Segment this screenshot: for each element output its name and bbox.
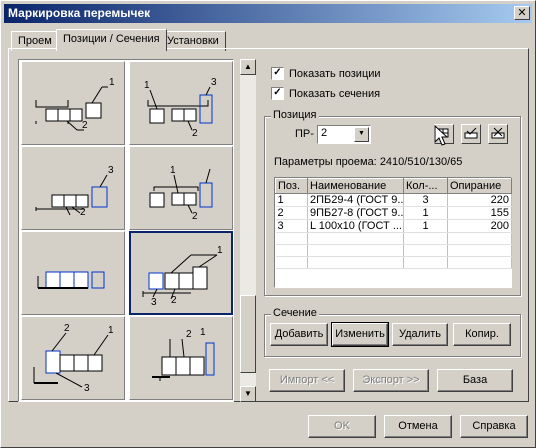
delete-button[interactable]: Удалить [392, 323, 448, 346]
table-cell: 3 [275, 219, 308, 233]
dialog-window: Маркировка перемычек ✕ Проем Позиции / С… [0, 0, 536, 448]
change-button[interactable]: Изменить [331, 322, 389, 347]
title-bar: Маркировка перемычек ✕ [4, 4, 532, 23]
callout-label: 3 [84, 383, 90, 394]
callout-label: 2 [192, 128, 198, 139]
table-cell: 1 [403, 206, 448, 220]
thumbnail-scrollbar[interactable]: ▲ ▼ [240, 59, 256, 402]
table-row[interactable]: 2 9ПБ27-8 (ГОСТ 9... 1 155 [275, 206, 512, 220]
thumbnail-list[interactable]: 1 2 1 3 2 3 2 1 2 1 3 2 2 1 3 1 2 [18, 59, 234, 402]
column-header[interactable]: Поз. [275, 178, 308, 194]
callout-label: 3 [151, 297, 157, 308]
table-cell: 2 [275, 206, 308, 220]
scroll-thumb[interactable] [240, 295, 256, 373]
show-sections-checkbox[interactable]: ✓ Показать сечения [271, 87, 380, 100]
table-row[interactable]: 1 2ПБ29-4 (ГОСТ 9... 3 220 [275, 193, 512, 207]
thumbnail-item[interactable]: 2 1 3 [21, 316, 125, 400]
params-label-text: Параметры проема: [274, 156, 377, 168]
table-row-empty[interactable] [275, 232, 512, 245]
checkbox-box[interactable]: ✓ [271, 67, 284, 80]
table-row-empty[interactable] [275, 256, 512, 269]
help-button[interactable]: Справка [460, 415, 528, 438]
table-cell: 1 [275, 193, 308, 207]
table-cell: 2ПБ29-4 (ГОСТ 9... [307, 193, 404, 207]
params-value: 2410/510/130/65 [379, 156, 463, 168]
table-cell: 9ПБ27-8 (ГОСТ 9... [307, 206, 404, 220]
callout-label: 1 [108, 325, 114, 336]
base-button[interactable]: База [437, 369, 513, 392]
thumbnail-item[interactable]: 1 2 [129, 146, 233, 230]
table-row[interactable]: 3 L 100x10 (ГОСТ ... 1 200 [275, 219, 512, 233]
column-header[interactable]: Кол-... [403, 178, 448, 194]
table-cell: 3 [403, 193, 448, 207]
thumbnail-item[interactable]: 1 2 [129, 316, 233, 400]
table-row-empty[interactable] [275, 244, 512, 257]
show-positions-label: Показать позиции [289, 67, 381, 80]
callout-label: 2 [80, 207, 86, 218]
params-label: Параметры проема: 2410/510/130/65 [274, 156, 462, 168]
mouse-cursor-icon [434, 125, 449, 146]
checkmark-stack-button[interactable] [461, 124, 481, 144]
thumbnail-item[interactable]: 1 3 2 [129, 61, 233, 145]
callout-label: 3 [211, 77, 217, 88]
tab-positions-sections[interactable]: Позиции / Сечения [56, 29, 167, 51]
table-cell: 220 [447, 193, 512, 207]
column-header[interactable]: Опирание [447, 178, 512, 194]
callout-label: 3 [108, 165, 114, 176]
thumbnail-item-selected[interactable]: 1 3 2 [129, 231, 233, 315]
callout-label: 1 [217, 245, 223, 256]
table-cell: 1 [403, 219, 448, 233]
column-header[interactable]: Наименование [307, 178, 404, 194]
pr-label: ПР- [295, 128, 314, 140]
import-button[interactable]: Импорт << [269, 369, 345, 392]
thumbnail-item[interactable] [21, 231, 125, 315]
table-cell: 200 [447, 219, 512, 233]
add-button[interactable]: Добавить [270, 323, 328, 346]
show-positions-checkbox[interactable]: ✓ Показать позиции [271, 67, 381, 80]
delete-stack-button[interactable] [488, 124, 508, 144]
callout-label: 1 [144, 80, 150, 91]
callout-label: 2 [171, 295, 177, 306]
scroll-down-button[interactable]: ▼ [240, 386, 256, 402]
ok-button[interactable]: OK [308, 415, 376, 438]
table-cell: 155 [447, 206, 512, 220]
positions-table[interactable]: Поз. Наименование Кол-... Опирание 1 2ПБ… [274, 177, 512, 288]
scroll-up-button[interactable]: ▲ [240, 59, 256, 75]
callout-label: 1 [170, 165, 176, 176]
callout-label: 2 [64, 323, 70, 334]
close-button[interactable]: ✕ [514, 6, 530, 20]
pr-select-value: 2 [321, 127, 328, 139]
window-title: Маркировка перемычек [8, 6, 151, 20]
copy-button[interactable]: Копир. [453, 323, 511, 346]
chevron-down-icon[interactable]: ▼ [354, 127, 369, 142]
checkmark-stack-icon [464, 127, 478, 139]
thumbnail-item[interactable]: 3 2 [21, 146, 125, 230]
callout-label: 2 [192, 211, 198, 222]
callout-label: 1 [200, 327, 206, 338]
callout-label: 2 [186, 329, 192, 340]
callout-label: 1 [109, 77, 115, 88]
pr-select[interactable]: 2 ▼ [317, 125, 371, 144]
section-group-title: Сечение [271, 307, 319, 319]
table-cell: L 100x10 (ГОСТ ... [307, 219, 404, 233]
callout-label: 2 [82, 120, 88, 131]
show-sections-label: Показать сечения [289, 87, 381, 100]
position-group-title: Позиция [271, 109, 319, 121]
cancel-button[interactable]: Отмена [384, 415, 452, 438]
checkbox-box[interactable]: ✓ [271, 87, 284, 100]
delete-stack-icon [491, 127, 505, 139]
thumbnail-item[interactable]: 1 2 [21, 61, 125, 145]
export-button[interactable]: Экспорт >> [353, 369, 429, 392]
